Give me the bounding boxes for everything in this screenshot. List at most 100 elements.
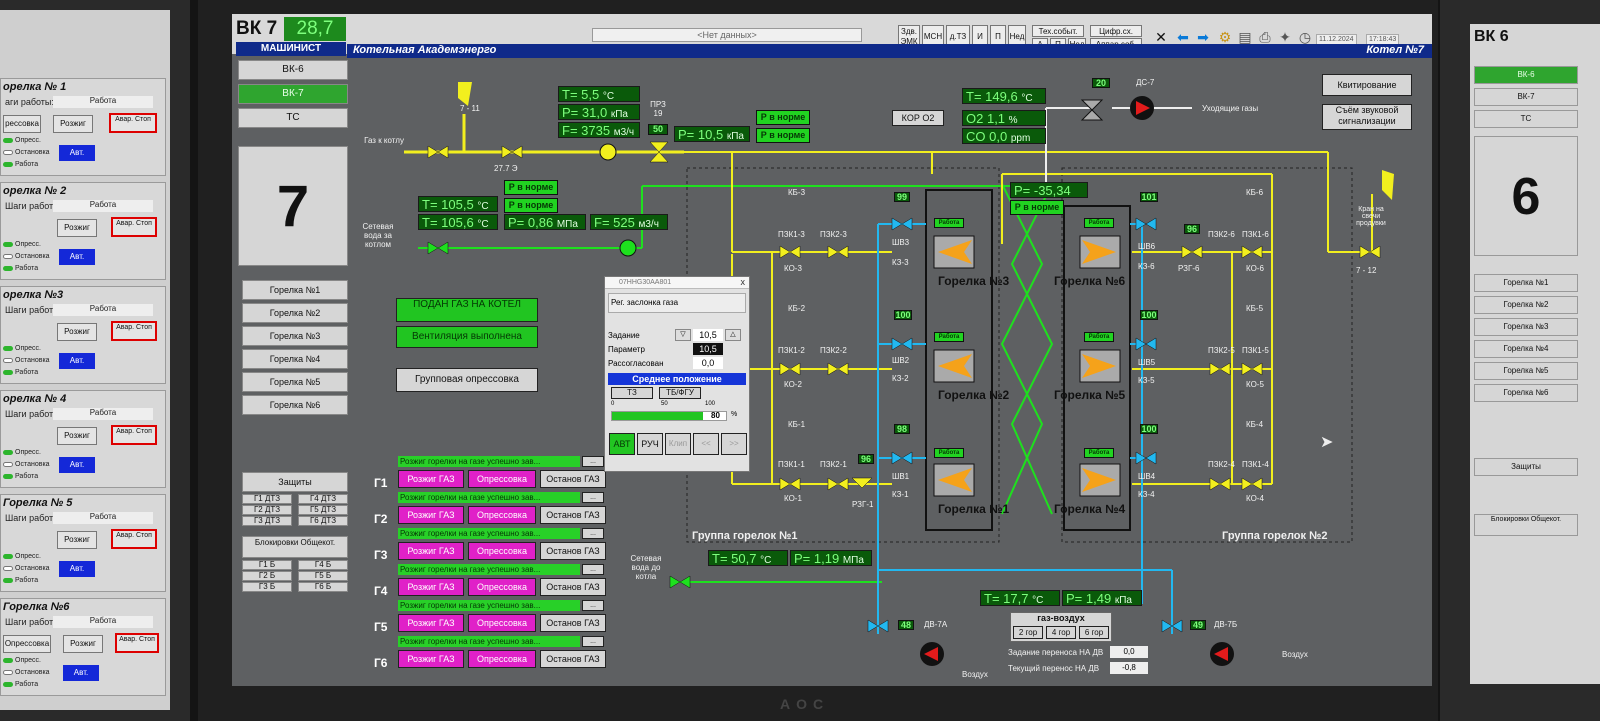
row-label-g2: Г2 [374,512,388,526]
ignite-button[interactable]: Розжиг [63,635,103,653]
ignite-button[interactable]: Розжиг [57,323,97,341]
burner-panel-5: Горелка № 5 Шаги работы: Работа Розжиг А… [0,494,166,592]
row-expand-g6[interactable]: ... [582,636,604,647]
ignite-gas-g5[interactable]: Розжиг ГАЗ [398,614,464,632]
emergency-stop-button[interactable]: Авар. Стоп [115,633,159,653]
group-pressure-test-button[interactable]: Групповая опрессовка [396,368,538,392]
stop-gas-g4[interactable]: Останов ГАЗ [540,578,606,596]
right-protections[interactable]: Защиты [1474,458,1578,476]
press-button[interactable]: Опрессовка [3,635,51,653]
auto-button[interactable]: Авт. [59,353,95,369]
gas-air-2-burners[interactable]: 2 гор [1013,626,1043,639]
right-nav-vk7[interactable]: ВК-7 [1474,88,1578,106]
right-burner-4[interactable]: Горелка №4 [1474,340,1578,358]
right-burner-1[interactable]: Горелка №1 [1474,274,1578,292]
gas-pressure-after: P= 10,5 кПа [674,126,750,142]
steps-value: Работа [53,96,153,108]
right-burner-3[interactable]: Горелка №3 [1474,318,1578,336]
task-value[interactable]: 10,5 [693,329,723,341]
valve-gas-inlet-a [427,145,439,159]
auto-mode-button[interactable]: АВТ [609,433,635,455]
auto-button[interactable]: Авт. [59,561,95,577]
row-expand-g1[interactable]: ... [582,456,604,467]
step-left-button[interactable]: << [693,433,719,455]
right-interlocks[interactable]: Блокировки Общекот. [1474,514,1578,536]
gas-air-4-burners[interactable]: 4 гор [1046,626,1076,639]
kor-o2-button[interactable]: КОР О2 [892,110,944,126]
pressure-test-g5[interactable]: Опрессовка [468,614,536,632]
clip-button[interactable]: Клип [665,433,691,455]
t3-button[interactable]: ТЗ [611,387,653,399]
right-boiler-id: ВК 6 [1474,28,1509,45]
stop-gas-g3[interactable]: Останов ГАЗ [540,542,606,560]
auto-button[interactable]: Авт. [63,665,99,681]
task-increase-icon[interactable]: △ [725,329,741,341]
auto-button[interactable]: Авт. [59,145,95,161]
dv7b-label: ДВ-7Б [1214,620,1238,629]
ignite-gas-g1[interactable]: Розжиг ГАЗ [398,470,464,488]
auto-button[interactable]: Авт. [59,457,95,473]
acknowledge-button[interactable]: Квитирование [1322,74,1412,96]
steps-value: Работа [53,408,153,420]
row-expand-g2[interactable]: ... [582,492,604,503]
dialog-titlebar[interactable]: 07HHG30AA801 [605,277,749,289]
manual-mode-button[interactable]: РУЧ [637,433,663,455]
emergency-stop-button[interactable]: Авар. Стоп [109,113,157,133]
steps-value: Работа [53,512,153,524]
inlet-temp: T= 50,7 °C [708,550,788,566]
row-msg-g2: Розжиг горелки на газе успешно зав... [398,492,580,503]
step-right-button[interactable]: >> [721,433,747,455]
net-pressure: P= 0,86 МПа [504,214,586,230]
candle-flag-2 [1382,170,1394,200]
flame-status-6: Работа [1084,218,1114,228]
stop-gas-g6[interactable]: Останов ГАЗ [540,650,606,668]
net-water-in-label: Сетевая вода до котла [630,554,662,581]
emergency-stop-button[interactable]: Авар. Стоп [111,425,157,445]
right-nav-tc[interactable]: ТС [1474,110,1578,128]
param-label: Параметр [608,345,645,354]
stop-gas-g5[interactable]: Останов ГАЗ [540,614,606,632]
stop-gas-g1[interactable]: Останов ГАЗ [540,470,606,488]
net-pressure-ok-2: Р в норме [504,198,558,213]
tbfgu-button[interactable]: ТБ/ФГУ [659,387,701,399]
pressure-test-g3[interactable]: Опрессовка [468,542,536,560]
row-expand-g5[interactable]: ... [582,600,604,611]
emergency-stop-button[interactable]: Авар. Стоп [111,321,157,341]
right-nav-vk6[interactable]: ВК-6 [1474,66,1578,84]
right-burner-5[interactable]: Горелка №5 [1474,362,1578,380]
row-expand-g3[interactable]: ... [582,528,604,539]
emergency-stop-button[interactable]: Авар. Стоп [111,217,157,237]
ignite-button[interactable]: Розжиг [57,531,97,549]
pressure-test-g6[interactable]: Опрессовка [468,650,536,668]
gas-air-6-burners[interactable]: 6 гор [1079,626,1109,639]
press-button[interactable]: рессовка [3,115,41,133]
gas-flowmeter [599,143,617,161]
pressure-test-g4[interactable]: Опрессовка [468,578,536,596]
right-burner-6[interactable]: Горелка №6 [1474,384,1578,402]
pressure-test-g1[interactable]: Опрессовка [468,470,536,488]
emergency-stop-button[interactable]: Авар. Стоп [111,529,157,549]
valve-7-12-label: 7 - 12 [1356,266,1377,275]
auto-button[interactable]: Авт. [59,249,95,265]
task-shift-value[interactable]: 0,0 [1110,646,1148,658]
row-expand-g4[interactable]: ... [582,564,604,575]
pzk2-4-label: ПЗК2-4 [1208,460,1235,469]
kz6-label: КЗ-6 [1138,262,1155,271]
ignite-gas-g2[interactable]: Розжиг ГАЗ [398,506,464,524]
dialog-close-icon[interactable]: x [741,277,746,287]
ignite-button[interactable]: Розжиг [57,427,97,445]
shv3-position: 99 [894,192,910,202]
ignite-button[interactable]: Розжиг [57,219,97,237]
ignite-gas-g4[interactable]: Розжиг ГАЗ [398,578,464,596]
task-decrease-icon[interactable]: ▽ [675,329,691,341]
right-burner-2[interactable]: Горелка №2 [1474,296,1578,314]
co-value: CO 0,0 ppm [962,128,1046,144]
ignite-button[interactable]: Розжиг [53,115,93,133]
ignite-gas-g6[interactable]: Розжиг ГАЗ [398,650,464,668]
stop-gas-g2[interactable]: Останов ГАЗ [540,506,606,524]
rzg1-position: 96 [858,454,874,464]
silence-alarm-button[interactable]: Съём звуковой сигнализации [1322,104,1412,130]
ignite-gas-g3[interactable]: Розжиг ГАЗ [398,542,464,560]
pressure-test-g2[interactable]: Опрессовка [468,506,536,524]
burner-1-label: Горелка №1 [938,502,1010,516]
